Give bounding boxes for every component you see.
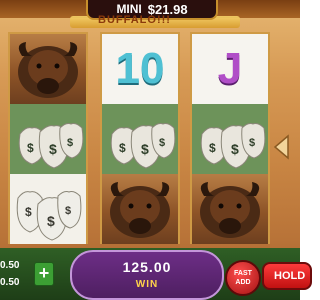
- win-label: WIN: [135, 279, 159, 290]
- hold-label: HOLD: [274, 270, 306, 282]
- increase-bet-button[interactable]: +: [34, 262, 54, 286]
- buffalo-icon: [102, 174, 178, 244]
- buffalo-icon: [10, 34, 86, 104]
- bet-value: 0.50: [0, 260, 20, 271]
- fast-add-button[interactable]: FAST ADD: [225, 260, 261, 296]
- svg-text:$: $: [25, 205, 32, 219]
- svg-text:$: $: [27, 141, 34, 155]
- svg-text:$: $: [231, 141, 239, 157]
- hold-button[interactable]: HOLD: [262, 262, 312, 290]
- win-display: 125.00 WIN: [70, 250, 224, 300]
- svg-text:$: $: [249, 137, 255, 149]
- svg-text:$: $: [159, 137, 165, 149]
- arrow-left-icon[interactable]: [272, 134, 290, 160]
- reel-1: $ $ $ $ $ $: [8, 32, 88, 244]
- buffalo-icon: [192, 174, 268, 244]
- money-bags-icon: $ $ $: [192, 104, 268, 174]
- svg-text:$: $: [209, 141, 216, 155]
- game-logo-text: BUFFALO!!!: [98, 14, 171, 26]
- reel-2: 10 $ $ $: [100, 32, 180, 244]
- money-bags-icon: $ $ $: [10, 104, 86, 174]
- line-bet-value: 0.50: [0, 277, 20, 288]
- svg-text:$: $: [119, 141, 126, 155]
- win-amount: 125.00: [122, 259, 172, 275]
- svg-text:$: $: [141, 141, 149, 157]
- money-bags-icon: $ $ $: [10, 174, 86, 244]
- svg-text:$: $: [49, 141, 57, 157]
- reel-3: J $ $ $: [190, 32, 270, 244]
- svg-text:$: $: [65, 205, 71, 217]
- money-bags-icon: $ $ $: [102, 104, 178, 174]
- slot-reels: $ $ $ $ $ $ 10 $ $ $ J $ $ $: [8, 32, 270, 244]
- symbol-j: J: [192, 34, 268, 104]
- svg-text:$: $: [67, 137, 73, 149]
- svg-text:$: $: [47, 213, 55, 229]
- fast-add-label: FAST ADD: [234, 270, 252, 286]
- symbol-ten: 10: [102, 34, 178, 104]
